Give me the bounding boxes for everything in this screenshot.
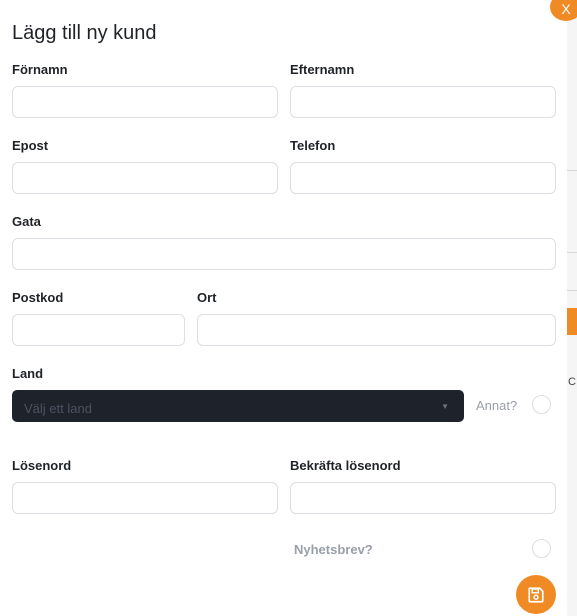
country-select[interactable]: Välj ett land ▼ xyxy=(12,390,464,422)
last-name-label: Efternamn xyxy=(290,62,355,77)
street-input[interactable] xyxy=(12,238,556,270)
city-label: Ort xyxy=(197,290,217,305)
password-label: Lösenord xyxy=(12,458,72,473)
add-customer-modal: Lägg till ny kund X Förnamn Efternamn Ep… xyxy=(0,0,577,616)
city-input[interactable] xyxy=(197,314,556,346)
newsletter-label: Nyhetsbrev? xyxy=(294,542,373,557)
background-text-fragment: C xyxy=(568,376,576,388)
phone-input[interactable] xyxy=(290,162,556,194)
phone-label: Telefon xyxy=(290,138,336,153)
email-label: Epost xyxy=(12,138,49,153)
background-accent-block xyxy=(567,308,577,335)
newsletter-checkbox[interactable] xyxy=(532,539,551,558)
postcode-label: Postkod xyxy=(12,290,64,305)
background-divider xyxy=(567,252,577,253)
other-country-label: Annat? xyxy=(476,398,518,413)
country-label: Land xyxy=(12,366,44,381)
confirm-password-label: Bekräfta lösenord xyxy=(290,458,401,473)
last-name-input[interactable] xyxy=(290,86,556,118)
country-select-value: Välj ett land xyxy=(24,400,92,416)
password-input[interactable] xyxy=(12,482,278,514)
close-button[interactable]: X xyxy=(550,0,577,21)
modal-title: Lägg till ny kund xyxy=(12,22,157,44)
confirm-password-input[interactable] xyxy=(290,482,556,514)
background-divider xyxy=(567,170,577,171)
first-name-label: Förnamn xyxy=(12,62,68,77)
email-input[interactable] xyxy=(12,162,278,194)
other-country-checkbox[interactable] xyxy=(532,395,551,414)
close-icon: X xyxy=(561,1,571,17)
chevron-down-icon: ▼ xyxy=(441,401,449,411)
save-icon xyxy=(528,586,544,603)
street-label: Gata xyxy=(12,214,41,229)
background-divider xyxy=(567,290,577,291)
first-name-input[interactable] xyxy=(12,86,278,118)
postcode-input[interactable] xyxy=(12,314,185,346)
save-button[interactable] xyxy=(516,575,556,614)
